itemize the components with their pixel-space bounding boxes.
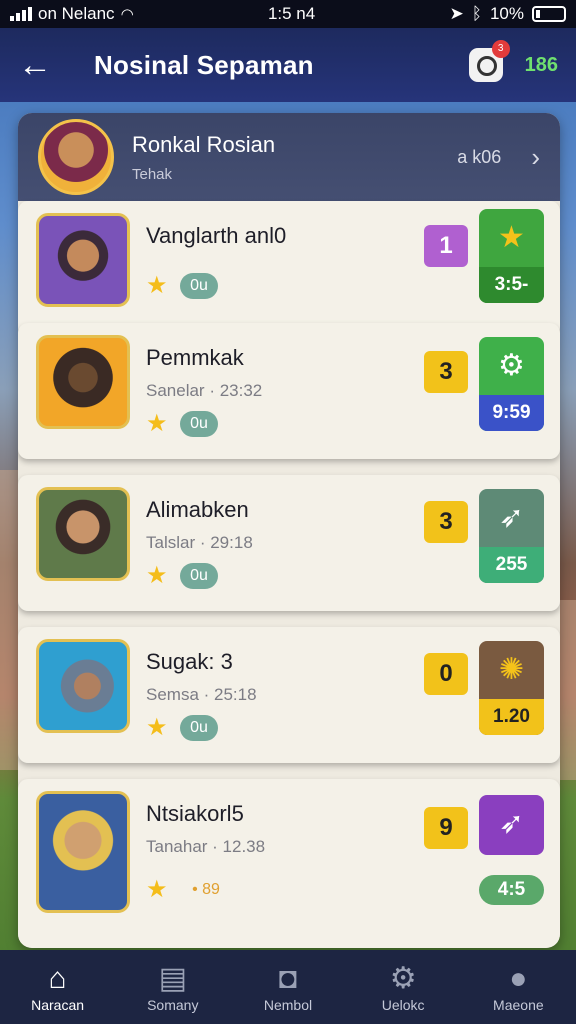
status-bar: on Nelanc ◠ 1:5 n4 ➤ ᛒ 10%: [0, 0, 576, 28]
home-icon: ⌂: [48, 962, 67, 995]
rank-badge: 0: [424, 653, 468, 695]
tab-settings[interactable]: ⚙ Uelokc: [353, 961, 453, 1013]
camera-button[interactable]: 3: [468, 40, 510, 82]
reward-value: 255: [479, 547, 544, 583]
tab-camera[interactable]: ◘ Nembol: [238, 961, 338, 1013]
reward-tile[interactable]: ➶ 255: [479, 489, 544, 583]
gear-icon: ⚙: [389, 962, 417, 995]
tab-profile[interactable]: ● Maeone: [468, 961, 568, 1013]
reward-tile[interactable]: ⚙ 9:59: [479, 337, 544, 431]
rank-badge: 3: [424, 351, 468, 393]
rank-badge: 1: [424, 225, 468, 267]
player-row[interactable]: Sugak: 3 Semsa · 25:18 ★ 0u 0 ✺ 1.20: [18, 627, 560, 763]
bolt-icon: ➶: [498, 501, 525, 534]
player-name: Alimabken: [146, 497, 249, 522]
battery-icon: [532, 6, 566, 22]
player-portrait: [36, 213, 130, 307]
player-portrait: [36, 335, 130, 429]
bolt-icon: ➶: [498, 807, 525, 840]
player-portrait: [36, 487, 130, 581]
player-name: Vanglarth anl0: [146, 223, 287, 248]
tab-label: Maeone: [493, 997, 544, 1013]
tab-home[interactable]: ⌂ Naracan: [8, 961, 108, 1013]
clock: 1:5 n4: [267, 4, 316, 23]
star-icon: ★: [146, 410, 168, 437]
profile-name: Ronkal Rosian: [132, 131, 276, 157]
reward-tile[interactable]: ➶: [479, 795, 544, 855]
signal-icon: [10, 7, 32, 21]
player-subtitle: Talslar · 29:18: [146, 533, 253, 552]
camera-icon: ◘: [278, 962, 298, 995]
profile-avatar: [38, 119, 114, 195]
chevron-right-icon[interactable]: ›: [531, 142, 540, 173]
rank-badge: 9: [424, 807, 468, 849]
tab-label: Naracan: [31, 997, 85, 1013]
player-name: Sugak: 3: [146, 649, 233, 674]
reward-value: 3:5-: [479, 267, 544, 303]
player-row[interactable]: Vanglarth anl0 ★ 0u 1 ★ 3:5-: [18, 201, 560, 337]
player-name: Ntsiakorl5: [146, 801, 244, 826]
currency-count: 186: [524, 53, 558, 76]
battery-percent: 10%: [489, 4, 524, 23]
bottom-tab-bar: ⌂ Naracan ▤ Somany ◘ Nembol ⚙ Uelokc ● M…: [0, 950, 576, 1024]
profile-subtitle: Tehak: [132, 165, 173, 183]
person-icon: ●: [509, 962, 528, 995]
reward-value: 9:59: [479, 395, 544, 431]
leaderboard-panel: Ronkal Rosian Tehak a k06 › Vanglarth an…: [18, 113, 560, 948]
back-arrow-icon[interactable]: ←: [18, 48, 58, 82]
footer-stat: • 89: [192, 881, 220, 898]
star-icon: ★: [146, 562, 168, 589]
player-row[interactable]: Ntsiakorl5 Tanahar · 12.38 ★ • 89 9 ➶ 4:…: [18, 779, 560, 948]
swirl-icon: ✺: [498, 653, 525, 686]
star-icon: ★: [146, 272, 168, 299]
player-pill: 0u: [180, 563, 218, 589]
wifi-icon: ◠: [120, 6, 134, 23]
tab-label: Somany: [147, 997, 199, 1013]
reward-value: 1.20: [479, 699, 544, 735]
rank-badge: 3: [424, 501, 468, 543]
star-icon: ★: [498, 221, 525, 254]
gear-icon: ⚙: [498, 349, 525, 382]
reward-tile[interactable]: ★ 3:5-: [479, 209, 544, 303]
player-row[interactable]: Alimabken Talslar · 29:18 ★ 0u 3 ➶ 255: [18, 475, 560, 611]
reward-value-pill: 4:5: [479, 875, 544, 905]
player-pill: 0u: [180, 273, 218, 299]
nav-bar: ← Nosinal Sepaman 3 186: [0, 28, 576, 102]
star-icon: ★: [146, 876, 168, 903]
player-portrait: [36, 639, 130, 733]
player-subtitle: Sanelar · 23:32: [146, 381, 263, 400]
page-title: Nosinal Sepaman: [94, 49, 314, 80]
profile-header[interactable]: Ronkal Rosian Tehak a k06 ›: [18, 113, 560, 201]
newspaper-icon: ▤: [158, 962, 187, 995]
player-pill: 0u: [180, 715, 218, 741]
tab-label: Uelokc: [381, 997, 425, 1013]
profile-stat: a k06: [457, 146, 502, 167]
player-portrait: [36, 791, 130, 913]
reward-tile[interactable]: ✺ 1.20: [479, 641, 544, 735]
player-subtitle: Semsa · 25:18: [146, 685, 257, 704]
tab-label: Nembol: [263, 997, 313, 1013]
notification-badge: 3: [491, 40, 510, 58]
player-name: Pemmkak: [146, 345, 244, 370]
player-pill: 0u: [180, 411, 218, 437]
player-row[interactable]: Pemmkak Sanelar · 23:32 ★ 0u 3 ⚙ 9:59: [18, 323, 560, 459]
location-icon: ➤: [449, 4, 464, 23]
tab-news[interactable]: ▤ Somany: [123, 961, 223, 1013]
player-subtitle: Tanahar · 12.38: [146, 837, 266, 856]
star-icon: ★: [146, 714, 168, 741]
bluetooth-icon: ᛒ: [471, 4, 482, 23]
carrier-label: on Nelanc: [38, 4, 115, 23]
